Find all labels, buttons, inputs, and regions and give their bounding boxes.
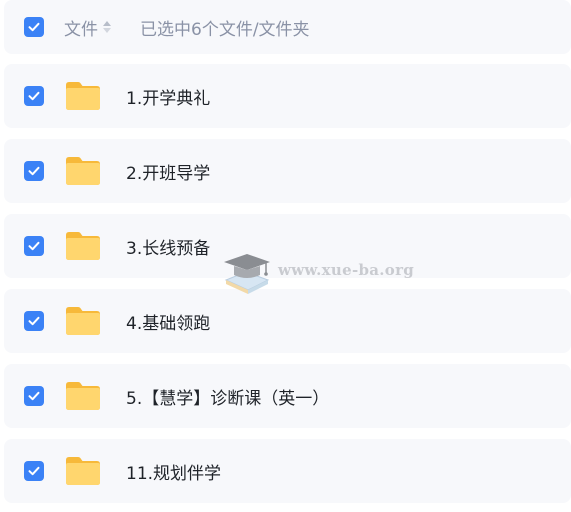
row-checkbox[interactable] xyxy=(24,311,44,331)
check-icon xyxy=(28,391,40,401)
sort-updown-icon[interactable] xyxy=(102,19,112,35)
folder-icon xyxy=(64,456,102,486)
select-all-checkbox[interactable] xyxy=(24,17,44,37)
file-list-header: 文件 已选中6个文件/文件夹 xyxy=(4,0,571,54)
watermark-text: www.xue-ba.org xyxy=(278,261,415,279)
file-row[interactable]: 11.规划伴学 xyxy=(4,439,571,503)
check-icon xyxy=(28,466,40,476)
file-name[interactable]: 3.长线预备 xyxy=(126,234,210,259)
file-row[interactable]: 5.【慧学】诊断课（英一） xyxy=(4,364,571,428)
graduation-cap-icon xyxy=(220,246,274,298)
folder-icon xyxy=(64,81,102,111)
row-checkbox[interactable] xyxy=(24,161,44,181)
folder-icon xyxy=(64,381,102,411)
check-icon xyxy=(28,316,40,326)
watermark: www.xue-ba.org xyxy=(220,242,420,302)
folder-icon xyxy=(64,306,102,336)
row-checkbox[interactable] xyxy=(24,86,44,106)
check-icon xyxy=(28,166,40,176)
row-checkbox[interactable] xyxy=(24,461,44,481)
file-name[interactable]: 2.开班导学 xyxy=(126,159,210,184)
check-icon xyxy=(28,22,40,32)
folder-icon xyxy=(64,156,102,186)
file-name[interactable]: 1.开学典礼 xyxy=(126,84,210,109)
file-name[interactable]: 4.基础领跑 xyxy=(126,309,210,334)
row-checkbox[interactable] xyxy=(24,386,44,406)
file-row[interactable]: 1.开学典礼 xyxy=(4,64,571,128)
file-row[interactable]: 2.开班导学 xyxy=(4,139,571,203)
file-list-panel: 文件 已选中6个文件/文件夹 1.开学典礼 2.开班导学 3.长线预备 4.基础… xyxy=(0,0,571,512)
check-icon xyxy=(28,241,40,251)
check-icon xyxy=(28,91,40,101)
row-checkbox[interactable] xyxy=(24,236,44,256)
selection-count-text: 已选中6个文件/文件夹 xyxy=(140,19,310,40)
file-column-header[interactable]: 文件 xyxy=(64,15,98,40)
file-name[interactable]: 11.规划伴学 xyxy=(126,459,221,484)
folder-icon xyxy=(64,231,102,261)
file-name[interactable]: 5.【慧学】诊断课（英一） xyxy=(126,384,329,409)
